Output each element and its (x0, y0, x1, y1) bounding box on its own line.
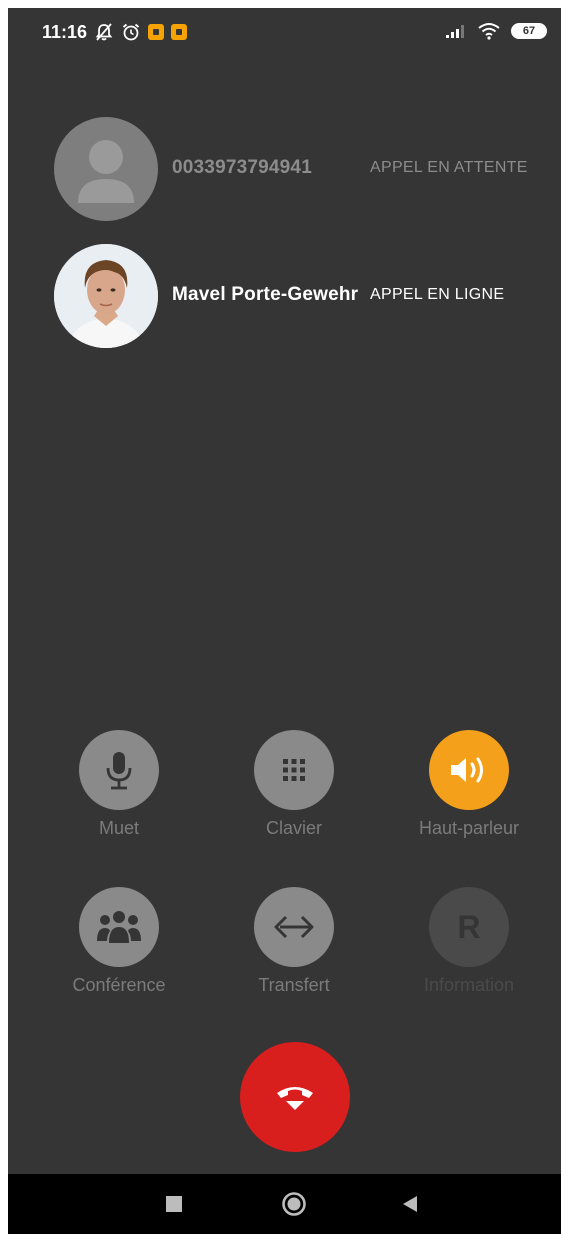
contact-photo (54, 244, 158, 348)
transfer-label: Transfert (258, 975, 330, 995)
app-notification-icon (148, 24, 164, 40)
keypad-icon (254, 730, 334, 810)
mute-label: Muet (98, 818, 140, 838)
call-status-label: APPEL EN ATTENTE (370, 159, 528, 176)
conference-button[interactable]: Conférence (59, 887, 179, 996)
information-button: R Information (409, 887, 529, 996)
wifi-icon (478, 23, 500, 40)
speaker-label: Haut-parleur (418, 818, 520, 838)
svg-text:R: R (457, 909, 480, 945)
status-time: 11:16 (42, 22, 88, 42)
home-icon (282, 1192, 306, 1216)
caller-name: Mavel Porte-Gewehr (172, 284, 359, 305)
call-row-on-hold[interactable]: 0033973794941 APPEL EN ATTENTE (8, 117, 561, 221)
speaker-icon (429, 730, 509, 810)
status-icons-left (94, 22, 187, 42)
back-button[interactable] (380, 1174, 440, 1234)
hang-up-icon (277, 1087, 313, 1110)
call-screen: 11:16 67 0033973794941 APPEL EN ATTENTE … (8, 8, 561, 1234)
mute-button[interactable]: Muet (59, 730, 179, 839)
conference-icon (79, 887, 159, 967)
app-notification-icon (171, 24, 187, 40)
transfer-icon (254, 887, 334, 967)
recents-icon (166, 1196, 182, 1212)
back-icon (403, 1196, 417, 1212)
status-bar: 11:16 67 (8, 8, 561, 60)
status-icons-right: 67 (445, 22, 547, 40)
speaker-button[interactable]: Haut-parleur (409, 730, 529, 839)
call-status-label: APPEL EN LIGNE (370, 286, 505, 303)
navigation-bar (8, 1174, 561, 1234)
avatar-placeholder-icon (54, 117, 158, 221)
keypad-button[interactable]: Clavier (234, 730, 354, 839)
hang-up-button[interactable] (240, 1042, 350, 1152)
alarm-icon (122, 23, 140, 41)
home-button[interactable] (264, 1174, 324, 1234)
r-letter-icon: R (429, 887, 509, 967)
transfer-button[interactable]: Transfert (234, 887, 354, 996)
battery-icon: 67 (511, 23, 547, 39)
recents-button[interactable] (144, 1174, 204, 1234)
keypad-label: Clavier (265, 818, 322, 838)
signal-icon (446, 25, 464, 38)
call-row-active[interactable]: Mavel Porte-Gewehr APPEL EN LIGNE (8, 244, 561, 348)
conference-label: Conférence (72, 975, 166, 995)
caller-number: 0033973794941 (172, 157, 312, 178)
notifications-off-icon (95, 23, 113, 41)
microphone-icon (79, 730, 159, 810)
information-label: Information (423, 975, 515, 995)
